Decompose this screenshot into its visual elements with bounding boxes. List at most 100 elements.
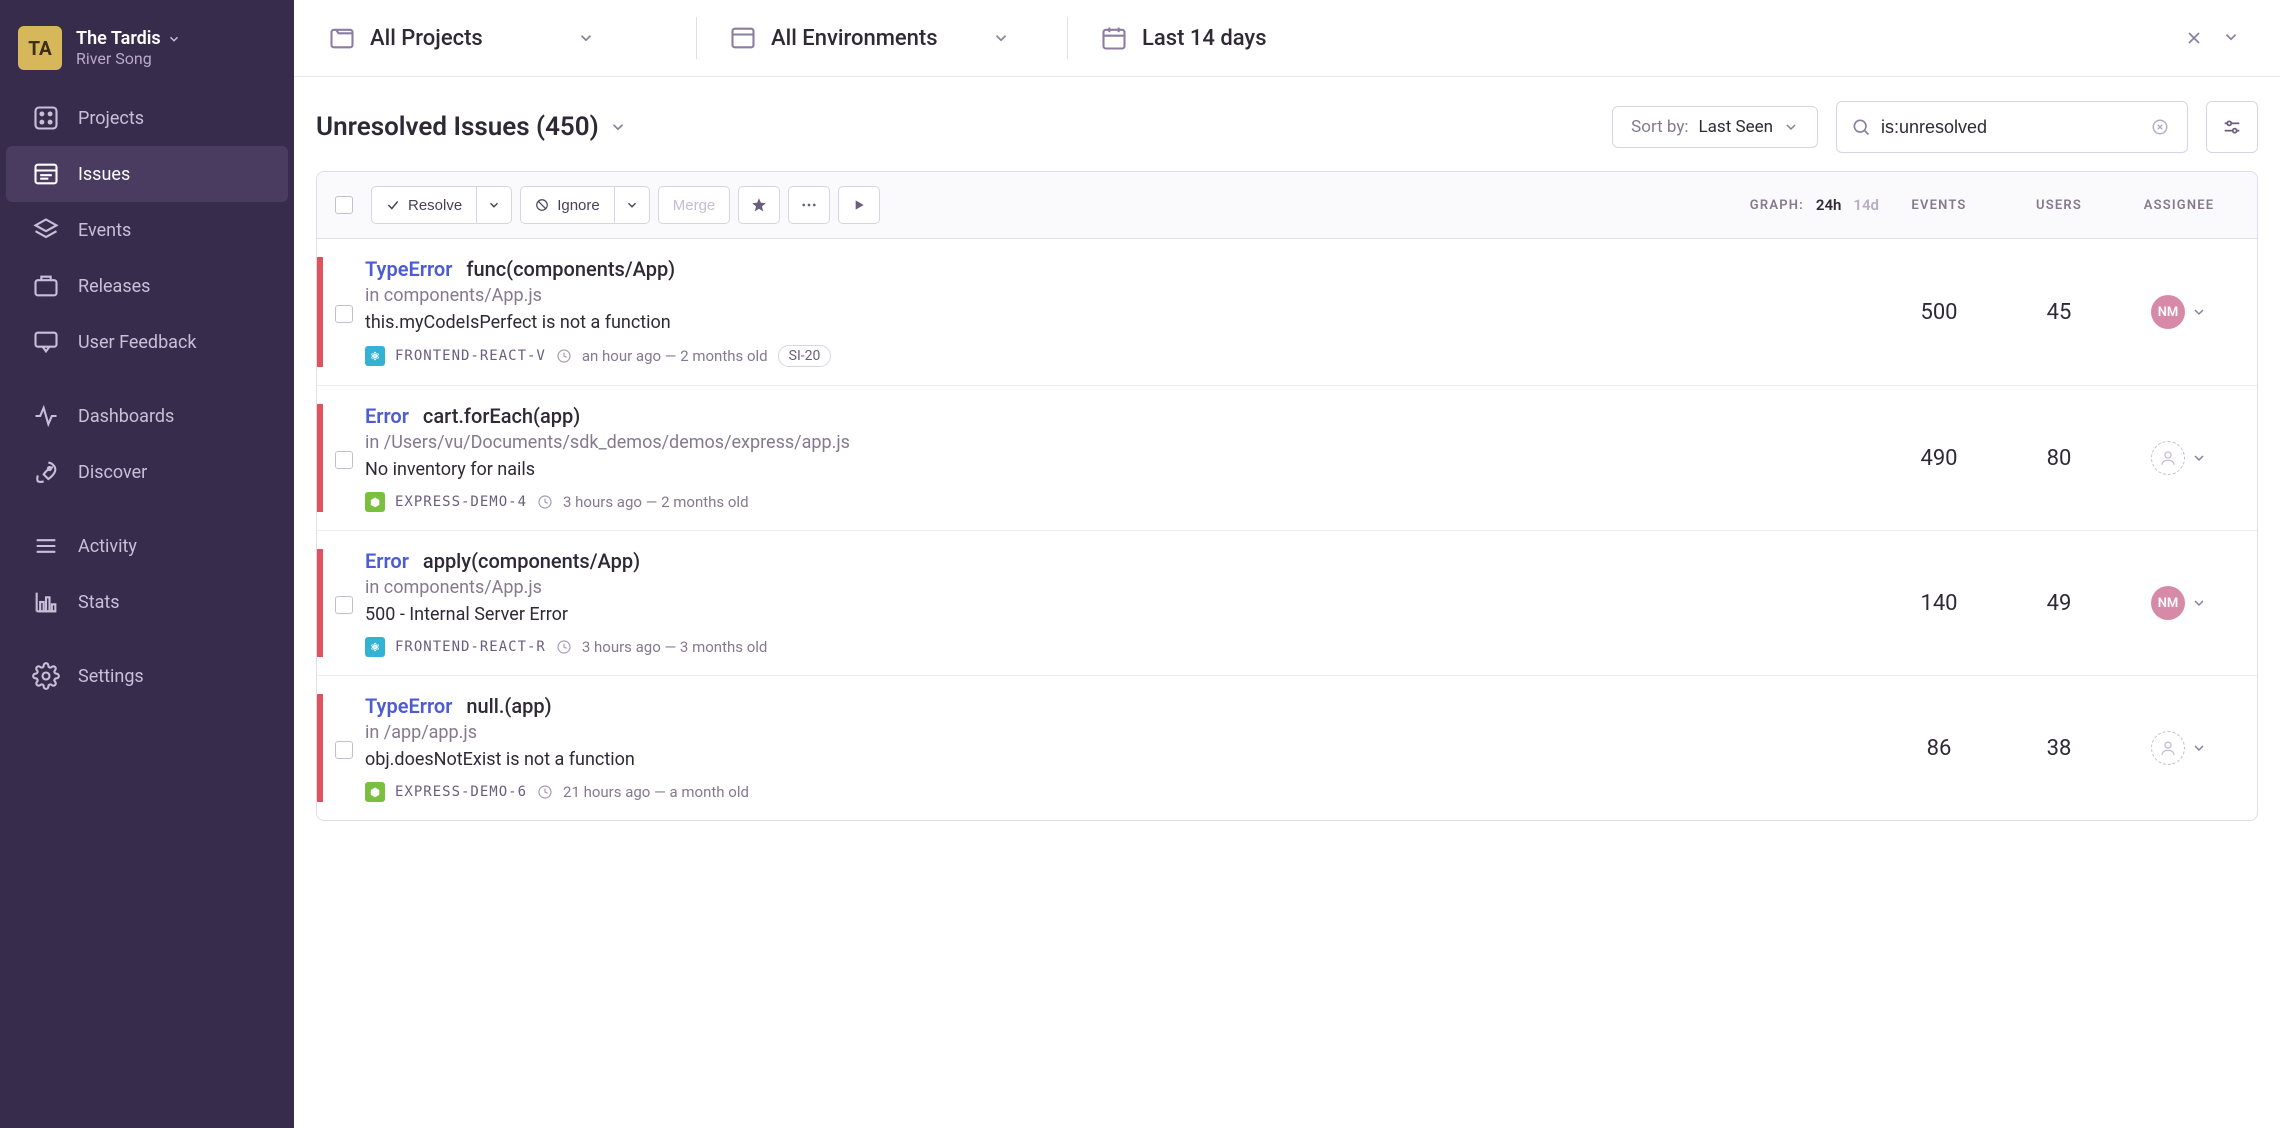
bookmark-button[interactable] xyxy=(738,186,780,224)
environment-filter-label: All Environments xyxy=(771,26,938,51)
assignee-avatar[interactable]: NM xyxy=(2151,295,2185,329)
issue-location: in components/App.js xyxy=(365,577,1879,598)
sidebar-item-issues[interactable]: Issues xyxy=(6,146,288,202)
folder-icon xyxy=(328,24,356,52)
sidebar-item-projects[interactable]: Projects xyxy=(6,90,288,146)
chevron-down-icon[interactable] xyxy=(2216,22,2246,54)
play-button[interactable] xyxy=(838,186,880,224)
events-count[interactable]: 500 xyxy=(1879,300,1999,325)
ban-icon xyxy=(535,198,549,212)
project-logo-icon: ⚛ xyxy=(365,346,385,366)
issues-table: Resolve Ignore xyxy=(316,171,2258,821)
graph-mode-14d[interactable]: 14d xyxy=(1853,196,1879,214)
sidebar-item-settings[interactable]: Settings xyxy=(6,648,288,704)
issue-type-link[interactable]: Error xyxy=(365,549,409,573)
events-count[interactable]: 86 xyxy=(1879,736,1999,761)
global-filterbar: All Projects All Environments Last 14 da… xyxy=(294,0,2280,77)
row-checkbox[interactable] xyxy=(335,305,353,323)
assignee-avatar[interactable]: NM xyxy=(2151,586,2185,620)
chevron-down-icon[interactable] xyxy=(2191,304,2207,320)
ignore-dropdown-button[interactable] xyxy=(614,186,650,224)
page-title-dropdown[interactable]: Unresolved Issues (450) xyxy=(316,112,627,142)
users-count[interactable]: 45 xyxy=(1999,300,2119,325)
ignore-button[interactable]: Ignore xyxy=(520,186,614,224)
assignee-empty[interactable] xyxy=(2151,441,2185,475)
row-checkbox[interactable] xyxy=(335,451,353,469)
chevron-down-icon[interactable] xyxy=(2191,450,2207,466)
project-filter[interactable]: All Projects xyxy=(316,14,696,62)
clock-icon xyxy=(556,348,572,364)
resolve-button[interactable]: Resolve xyxy=(371,186,476,224)
clock-icon xyxy=(556,639,572,655)
page-title: Unresolved Issues (450) xyxy=(316,112,599,142)
project-name[interactable]: EXPRESS-DEMO-6 xyxy=(395,784,527,800)
assignee-empty[interactable] xyxy=(2151,731,2185,765)
environment-filter[interactable]: All Environments xyxy=(697,14,1067,62)
issue-tag[interactable]: SI-20 xyxy=(778,345,832,367)
sidebar-item-label: Releases xyxy=(78,276,150,297)
sidebar-item-releases[interactable]: Releases xyxy=(6,258,288,314)
select-all-checkbox[interactable] xyxy=(335,196,353,214)
date-filter[interactable]: Last 14 days xyxy=(1068,14,2178,62)
close-icon[interactable] xyxy=(2178,22,2210,54)
sidebar: TA The Tardis River Song Projects Issues… xyxy=(0,0,294,1128)
row-checkbox[interactable] xyxy=(335,741,353,759)
chart-icon xyxy=(32,588,60,616)
sidebar-item-label: Activity xyxy=(78,536,137,557)
sort-dropdown[interactable]: Sort by: Last Seen xyxy=(1612,106,1818,148)
more-icon xyxy=(800,196,818,214)
search-icon xyxy=(1851,117,1871,137)
issue-location: in /Users/vu/Documents/sdk_demos/demos/e… xyxy=(365,432,1879,453)
issue-message: this.myCodeIsPerfect is not a function xyxy=(365,312,1879,333)
graph-mode-24h[interactable]: 24h xyxy=(1816,196,1842,214)
users-count[interactable]: 80 xyxy=(1999,446,2119,471)
users-count[interactable]: 38 xyxy=(1999,736,2119,761)
chevron-down-icon xyxy=(1783,119,1799,135)
issue-timestamp: 3 hours ago — 3 months old xyxy=(582,638,768,656)
feedback-icon xyxy=(32,328,60,356)
sidebar-item-userfeedback[interactable]: User Feedback xyxy=(6,314,288,370)
search-input[interactable] xyxy=(1881,117,2147,138)
issue-timestamp: 3 hours ago — 2 months old xyxy=(563,493,749,511)
chevron-down-icon[interactable] xyxy=(2191,595,2207,611)
org-switcher[interactable]: TA The Tardis River Song xyxy=(0,18,294,90)
more-button[interactable] xyxy=(788,186,830,224)
org-avatar: TA xyxy=(18,26,62,70)
project-name[interactable]: FRONTEND-REACT-V xyxy=(395,348,546,364)
row-checkbox[interactable] xyxy=(335,596,353,614)
sidebar-item-label: Events xyxy=(78,220,131,241)
table-header: Resolve Ignore xyxy=(317,172,2257,239)
window-icon xyxy=(729,24,757,52)
issue-type-link[interactable]: TypeError xyxy=(365,257,452,281)
search-field[interactable] xyxy=(1836,101,2188,153)
sidebar-item-dashboards[interactable]: Dashboards xyxy=(6,388,288,444)
events-count[interactable]: 140 xyxy=(1879,591,1999,616)
sidebar-item-events[interactable]: Events xyxy=(6,202,288,258)
calendar-icon xyxy=(1100,24,1128,52)
issue-location: in /app/app.js xyxy=(365,722,1879,743)
table-row[interactable]: Error cart.forEach(app) in /Users/vu/Doc… xyxy=(317,386,2257,531)
sidebar-item-stats[interactable]: Stats xyxy=(6,574,288,630)
chevron-down-icon[interactable] xyxy=(2191,740,2207,756)
sidebar-item-activity[interactable]: Activity xyxy=(6,518,288,574)
table-row[interactable]: TypeError null.(app) in /app/app.js obj.… xyxy=(317,676,2257,820)
issue-type-link[interactable]: TypeError xyxy=(365,694,452,718)
table-row[interactable]: TypeError func(components/App) in compon… xyxy=(317,239,2257,386)
resolve-dropdown-button[interactable] xyxy=(476,186,512,224)
project-name[interactable]: EXPRESS-DEMO-4 xyxy=(395,494,527,510)
col-events: EVENTS xyxy=(1879,198,1999,213)
users-count[interactable]: 49 xyxy=(1999,591,2119,616)
issue-type-link[interactable]: Error xyxy=(365,404,409,428)
clear-search-icon[interactable] xyxy=(2147,114,2173,140)
issue-timestamp: an hour ago — 2 months old xyxy=(582,347,768,365)
project-name[interactable]: FRONTEND-REACT-R xyxy=(395,639,546,655)
ignore-label: Ignore xyxy=(557,197,600,214)
sidebar-item-discover[interactable]: Discover xyxy=(6,444,288,500)
project-logo-icon: ⚛ xyxy=(365,637,385,657)
filter-settings-button[interactable] xyxy=(2206,101,2258,153)
merge-button: Merge xyxy=(658,186,731,224)
events-count[interactable]: 490 xyxy=(1879,446,1999,471)
table-row[interactable]: Error apply(components/App) in component… xyxy=(317,531,2257,676)
chevron-down-icon xyxy=(992,29,1010,47)
org-user: River Song xyxy=(76,49,181,68)
